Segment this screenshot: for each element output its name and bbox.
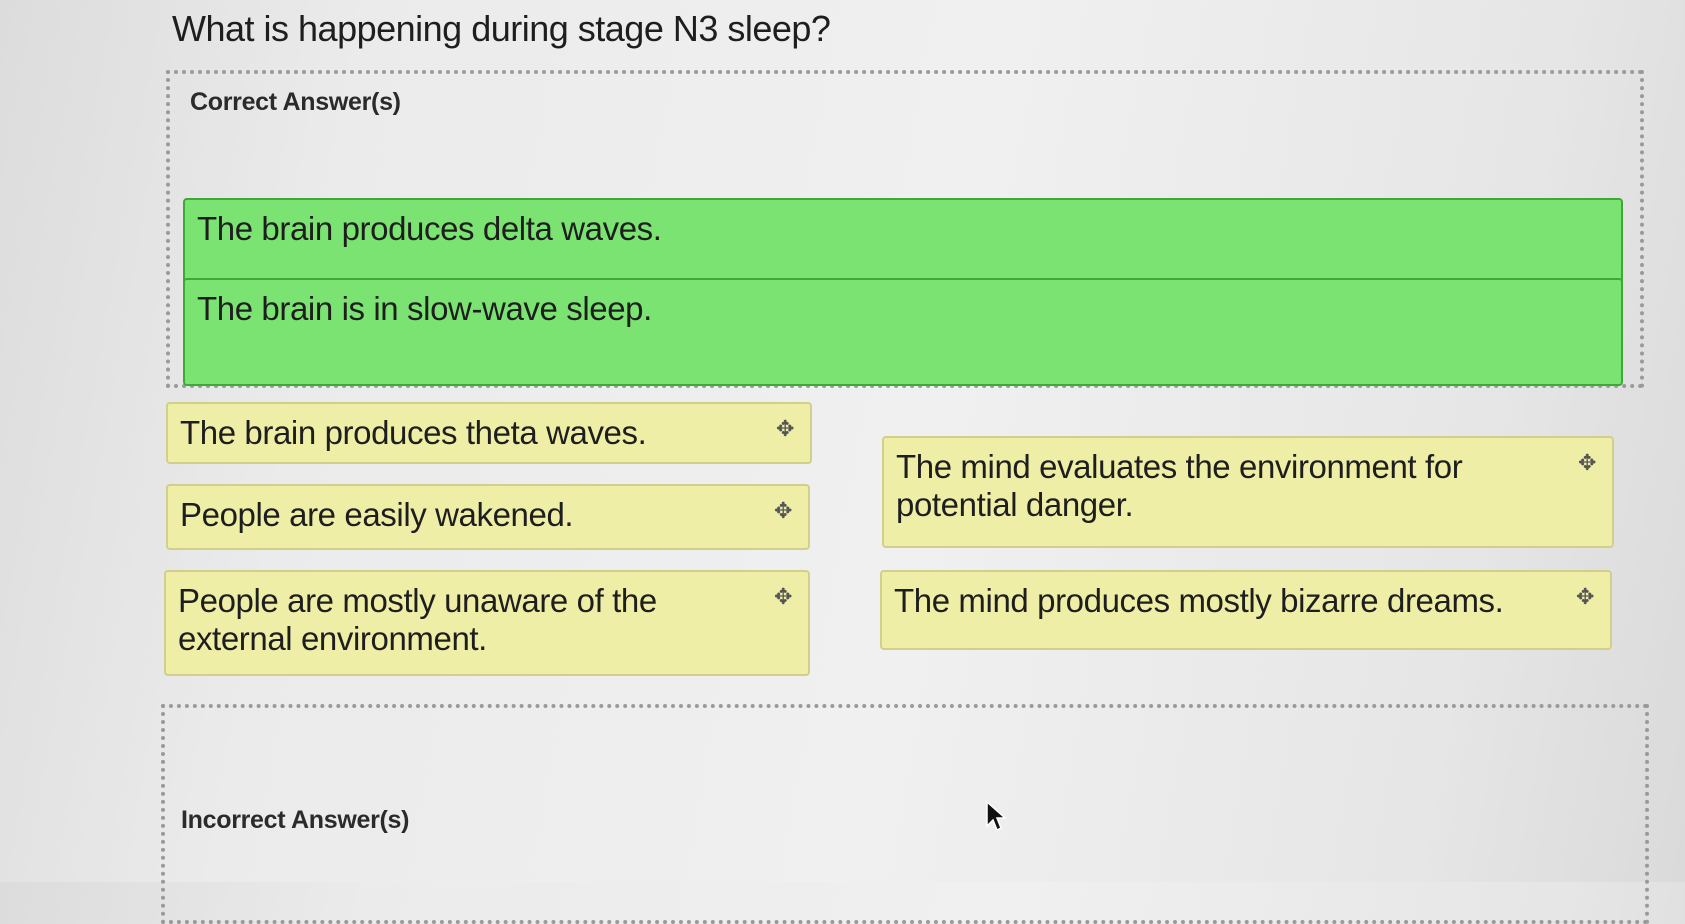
answer-label: The brain produces theta waves. [180, 414, 647, 451]
answer-option-card[interactable]: The mind produces mostly bizarre dreams.… [880, 570, 1612, 650]
answer-option-card[interactable]: The mind evaluates the environment for p… [882, 436, 1614, 548]
answer-option-card[interactable]: People are mostly unaware of the externa… [164, 570, 810, 676]
move-icon[interactable]: ✥ [776, 418, 794, 440]
answer-label: The brain produces delta waves. [197, 210, 662, 247]
answer-label: People are easily wakened. [180, 496, 574, 533]
move-icon[interactable]: ✥ [1576, 586, 1594, 608]
move-icon[interactable]: ✥ [774, 500, 792, 522]
correct-answer-card[interactable]: The brain is in slow-wave sleep. [183, 278, 1623, 386]
answer-option-card[interactable]: People are easily wakened. ✥ [166, 484, 810, 550]
move-icon[interactable]: ✥ [774, 586, 792, 608]
correct-answers-heading: Correct Answer(s) [190, 88, 401, 116]
answer-label: People are mostly unaware of the externa… [178, 582, 657, 657]
answer-label: The mind evaluates the environment for p… [896, 448, 1463, 523]
incorrect-answers-heading: Incorrect Answer(s) [181, 806, 410, 834]
answer-option-card[interactable]: The brain produces theta waves. ✥ [166, 402, 812, 464]
move-icon[interactable]: ✥ [1578, 452, 1596, 474]
mouse-pointer-icon [986, 800, 1007, 832]
answer-label: The mind produces mostly bizarre dreams. [894, 582, 1504, 619]
incorrect-answers-dropzone[interactable]: Incorrect Answer(s) [161, 704, 1649, 924]
answer-label: The brain is in slow-wave sleep. [197, 290, 652, 327]
question-text: What is happening during stage N3 sleep? [172, 8, 831, 49]
